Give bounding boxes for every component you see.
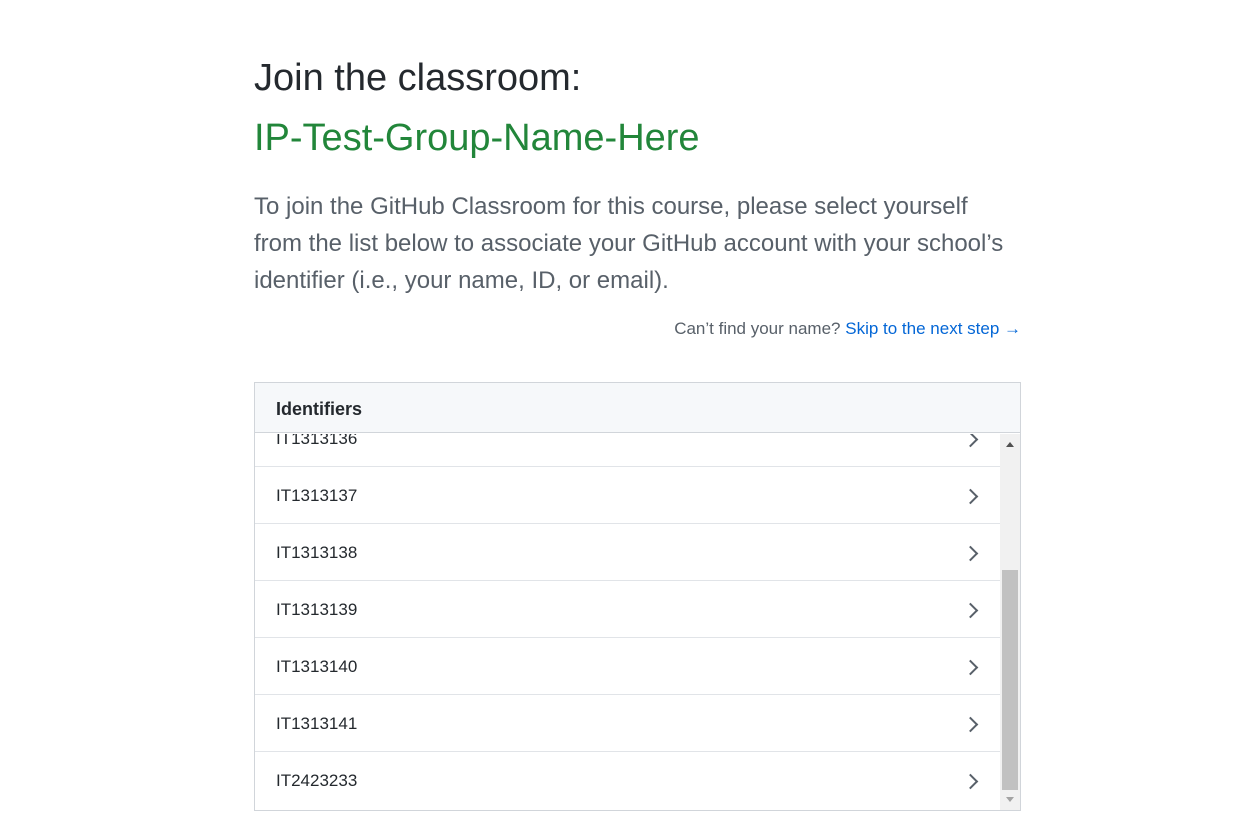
identifier-row[interactable]: IT1313136 bbox=[255, 434, 1000, 467]
group-name: IP-Test-Group-Name-Here bbox=[254, 117, 700, 159]
identifier-row[interactable]: IT2423233 bbox=[255, 752, 1000, 809]
chevron-right-icon bbox=[962, 488, 979, 505]
identifiers-header: Identifiers bbox=[255, 383, 1020, 433]
scroll-down-arrow-icon[interactable] bbox=[1006, 797, 1014, 802]
page-title: Join the classroom: bbox=[254, 57, 582, 99]
skip-next-step-link[interactable]: Skip to the next step → bbox=[845, 319, 1021, 338]
identifier-label: IT1313141 bbox=[276, 714, 358, 733]
identifier-row[interactable]: IT1313139 bbox=[255, 581, 1000, 638]
identifier-label: IT1313138 bbox=[276, 543, 358, 562]
identifier-label: IT1313139 bbox=[276, 600, 358, 619]
intro-text: To join the GitHub Classroom for this co… bbox=[254, 193, 1004, 294]
skip-prompt: Can’t find your name? bbox=[674, 319, 846, 338]
identifiers-list-inner: IT1313136 IT1313137 IT1313138 IT1313139 bbox=[255, 434, 1000, 809]
identifier-label: IT1313137 bbox=[276, 486, 358, 505]
identifier-row[interactable]: IT1313138 bbox=[255, 524, 1000, 581]
identifier-row[interactable]: IT1313140 bbox=[255, 638, 1000, 695]
list-scrollbar[interactable] bbox=[1000, 434, 1020, 810]
chevron-right-icon bbox=[962, 602, 979, 619]
scrollbar-thumb[interactable] bbox=[1002, 570, 1018, 790]
identifiers-panel: Identifiers IT1313136 IT1313137 IT131313… bbox=[254, 382, 1021, 811]
chevron-right-icon bbox=[962, 434, 979, 448]
chevron-right-icon bbox=[962, 773, 979, 790]
identifier-row[interactable]: IT1313137 bbox=[255, 467, 1000, 524]
chevron-right-icon bbox=[962, 659, 979, 676]
chevron-right-icon bbox=[962, 545, 979, 562]
identifiers-list[interactable]: IT1313136 IT1313137 IT1313138 IT1313139 bbox=[255, 434, 1020, 810]
identifier-label: IT2423233 bbox=[276, 771, 358, 790]
identifier-label: IT1313140 bbox=[276, 657, 358, 676]
identifier-label: IT1313136 bbox=[276, 434, 358, 448]
page: Join the classroom: IP-Test-Group-Name-H… bbox=[0, 0, 1256, 823]
scroll-up-arrow-icon[interactable] bbox=[1006, 442, 1014, 447]
skip-row: Can’t find your name? Skip to the next s… bbox=[674, 318, 1021, 340]
chevron-right-icon bbox=[962, 716, 979, 733]
identifier-row[interactable]: IT1313141 bbox=[255, 695, 1000, 752]
